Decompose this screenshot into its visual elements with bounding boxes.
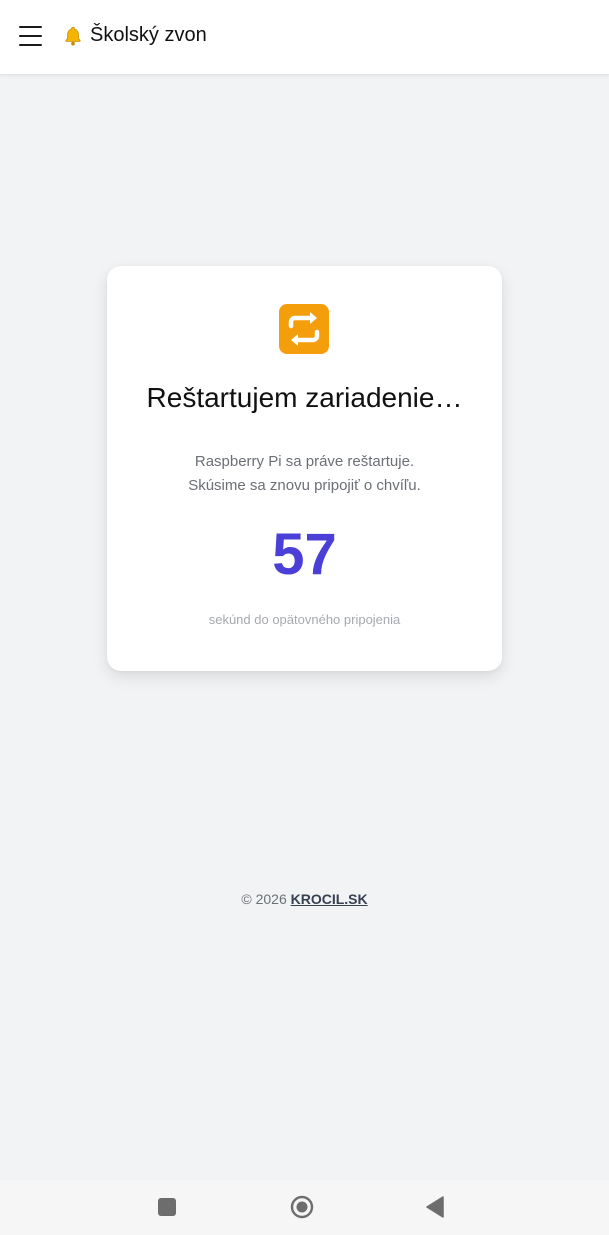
app-title: Školský zvon <box>62 24 207 47</box>
top-app-bar: Školský zvon <box>0 0 609 75</box>
system-navigation-bar <box>0 1180 609 1235</box>
circle-home-icon[interactable] <box>290 1195 314 1219</box>
triangle-back-icon[interactable] <box>426 1196 444 1218</box>
countdown-label: sekúnd do opätovného pripojenia <box>208 612 401 627</box>
countdown-value: 57 <box>272 522 337 587</box>
bell-icon <box>65 26 81 45</box>
card-title: Reštartujem zariadenie… <box>146 382 463 413</box>
card-description-line-2: Skúsime sa znovu pripojiť o chvíľu. <box>188 477 421 494</box>
card-description-line-1: Raspberry Pi sa práve reštartuje. <box>194 453 415 470</box>
app-title-text: Školský zvon <box>90 24 207 46</box>
card-description: Raspberry Pi sa práve reštartuje. Skúsim… <box>107 450 502 498</box>
footer-link[interactable]: KROCIL.SK <box>291 891 368 907</box>
hamburger-menu-icon[interactable] <box>19 26 42 46</box>
footer: © 2026 KROCIL.SK <box>0 891 609 907</box>
footer-copyright: © 2026 <box>241 891 287 907</box>
square-recents-icon[interactable] <box>158 1198 176 1216</box>
restart-card: Reštartujem zariadenie… Raspberry Pi sa … <box>107 266 502 671</box>
restart-arrows-icon <box>279 304 329 354</box>
